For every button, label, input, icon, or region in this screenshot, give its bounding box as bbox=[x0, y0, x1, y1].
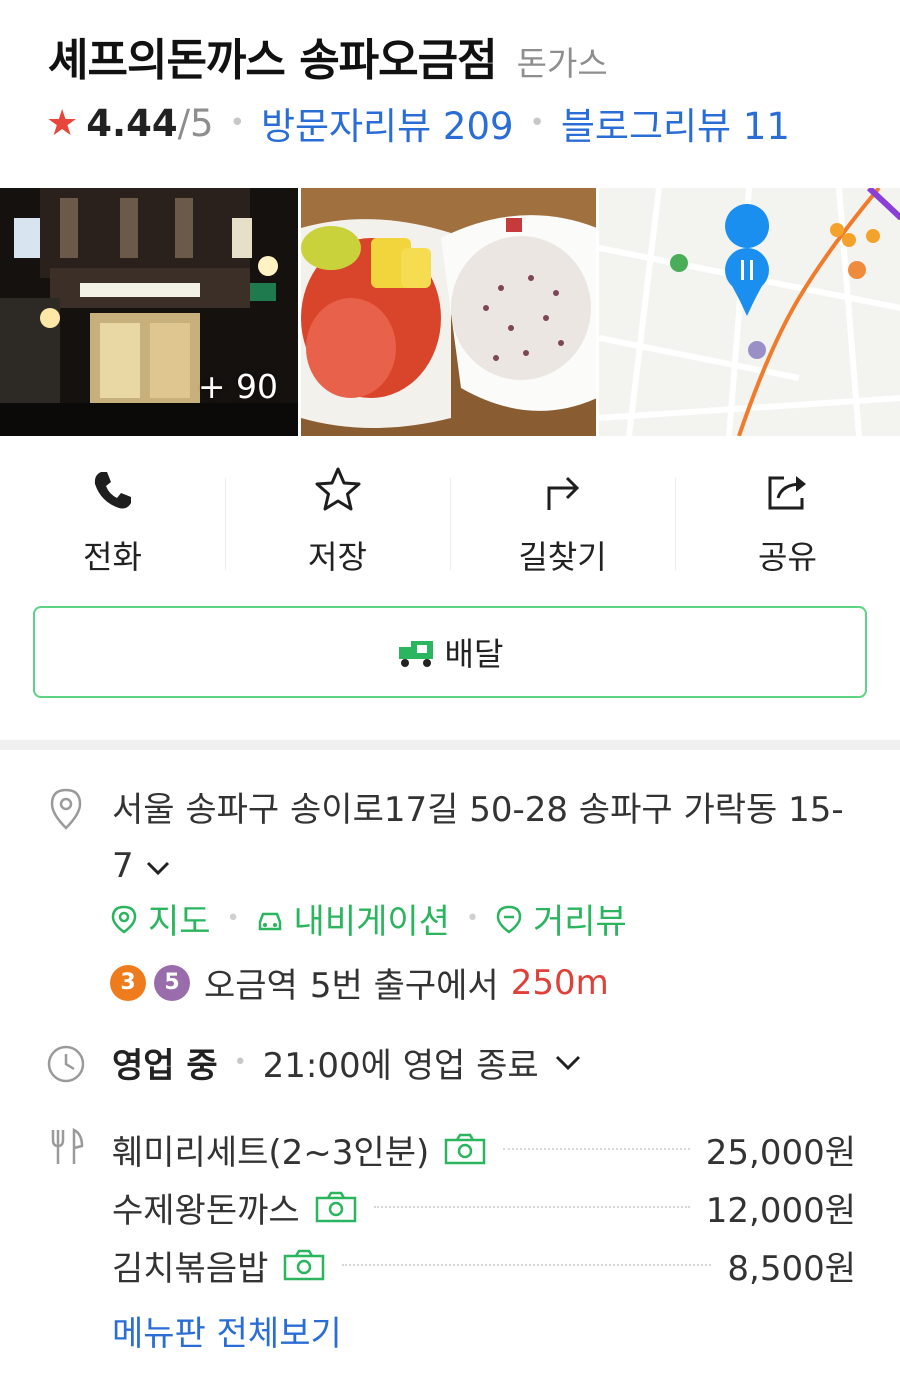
menu-item-price: 8,500원 bbox=[727, 1248, 856, 1289]
delivery-button[interactable]: 배달 bbox=[33, 606, 867, 698]
title-row: 셰프의돈까스 송파오금점 돈가스 bbox=[48, 24, 608, 88]
subway-line-3-badge: 3 bbox=[110, 964, 146, 1001]
rating-row: ★ 4.44 /5 • 방문자리뷰 209 • 블로그리뷰 11 bbox=[46, 96, 790, 150]
separator-dot: • bbox=[465, 906, 479, 931]
exit-text: 5번 출구에서 bbox=[309, 966, 499, 1006]
call-button[interactable]: 전화 bbox=[0, 460, 225, 580]
menu-item-name: 김치볶음밥 bbox=[112, 1248, 269, 1289]
separator-dot: • bbox=[229, 108, 245, 138]
rating-score: 4.44 bbox=[86, 101, 178, 145]
directions-icon bbox=[547, 476, 579, 510]
side-dishes-image bbox=[301, 188, 597, 436]
share-label: 공유 bbox=[758, 538, 817, 576]
address-text: 서울 송파구 송이로17길 50-28 송파구 가락동 15-7 bbox=[112, 790, 844, 886]
phone-icon bbox=[94, 472, 131, 509]
directions-button[interactable]: 길찾기 bbox=[450, 460, 675, 580]
map-image bbox=[599, 188, 900, 436]
save-button[interactable]: 저장 bbox=[225, 460, 450, 580]
car-icon bbox=[258, 912, 281, 930]
dotted-leader bbox=[342, 1264, 712, 1266]
separator-dot: • bbox=[529, 108, 545, 138]
directions-label: 길찾기 bbox=[518, 538, 607, 576]
separator-dot: • bbox=[233, 1050, 247, 1075]
location-pin-icon bbox=[50, 788, 82, 830]
fork-knife-icon bbox=[51, 1127, 84, 1164]
share-button[interactable]: 공유 bbox=[675, 460, 900, 580]
save-label: 저장 bbox=[308, 538, 367, 576]
menu-item-price: 25,000원 bbox=[705, 1132, 856, 1173]
place-name: 셰프의돈까스 송파오금점 bbox=[48, 35, 498, 86]
menu-item[interactable]: 훼미리세트(2~3인분) 25,000원 bbox=[112, 1120, 856, 1178]
menu-list: 훼미리세트(2~3인분) 25,000원 수제왕돈까스 12,000원 김치볶음… bbox=[112, 1120, 856, 1294]
section-divider bbox=[0, 740, 900, 750]
action-bar: 전화 저장 길찾기 공유 bbox=[0, 460, 900, 580]
clock-icon bbox=[47, 1045, 85, 1083]
menu-item-name: 수제왕돈까스 bbox=[112, 1190, 300, 1231]
streetview-icon bbox=[496, 905, 522, 934]
address[interactable]: 서울 송파구 송이로17길 50-28 송파구 가락동 15-7 bbox=[112, 782, 862, 894]
call-label: 전화 bbox=[83, 538, 142, 576]
camera-icon[interactable] bbox=[314, 1190, 358, 1224]
menu-item[interactable]: 수제왕돈까스 12,000원 bbox=[112, 1178, 856, 1236]
visitor-reviews-link[interactable]: 방문자리뷰 209 bbox=[261, 96, 514, 150]
star-outline-icon bbox=[315, 467, 360, 511]
navigation-link[interactable]: 내비게이션 bbox=[256, 894, 450, 943]
map-pin-icon bbox=[111, 905, 137, 934]
separator-dot: • bbox=[226, 906, 240, 931]
chevron-down-icon[interactable] bbox=[553, 1053, 583, 1073]
streetview-link[interactable]: 거리뷰 bbox=[495, 894, 627, 943]
closing-time: 21:00에 영업 종료 bbox=[262, 1046, 539, 1086]
menu-item-price: 12,000원 bbox=[705, 1190, 856, 1231]
delivery-label: 배달 bbox=[444, 635, 504, 673]
dotted-leader bbox=[373, 1206, 690, 1208]
station-name: 오금역 bbox=[204, 966, 298, 1006]
streetview-link-label: 거리뷰 bbox=[532, 902, 627, 942]
map-link-label: 지도 bbox=[148, 902, 211, 942]
menu-item-name: 훼미리세트(2~3인분) bbox=[112, 1132, 430, 1173]
subway-line-5-badge: 5 bbox=[154, 964, 190, 1001]
star-icon: ★ bbox=[46, 102, 79, 144]
menu-item[interactable]: 김치볶음밥 8,500원 bbox=[112, 1236, 856, 1294]
place-header: 셰프의돈까스 송파오금점 돈가스 ★ 4.44 /5 • 방문자리뷰 209 •… bbox=[0, 0, 900, 740]
navigation-link-label: 내비게이션 bbox=[293, 902, 450, 942]
chevron-down-icon[interactable] bbox=[144, 858, 172, 878]
subway-info: 3 5 오금역 5번 출구에서 250m bbox=[110, 958, 609, 1007]
distance: 250m bbox=[510, 962, 609, 1003]
menu-view-all-link[interactable]: 메뉴판 전체보기 bbox=[112, 1306, 342, 1355]
storefront-photo[interactable]: + 90 bbox=[0, 188, 298, 436]
map-links: 지도 • 내비게이션 • 거리뷰 bbox=[110, 894, 627, 943]
photo-strip: + 90 bbox=[0, 188, 900, 436]
open-status: 영업 중 bbox=[112, 1046, 218, 1086]
dotted-leader bbox=[503, 1148, 690, 1150]
food-photo[interactable] bbox=[301, 188, 597, 436]
place-category: 돈가스 bbox=[516, 44, 608, 83]
map-thumbnail[interactable] bbox=[599, 188, 900, 436]
camera-icon[interactable] bbox=[443, 1132, 487, 1166]
photo-count: + 90 bbox=[197, 367, 278, 406]
camera-icon[interactable] bbox=[282, 1248, 326, 1282]
rating-max: /5 bbox=[177, 101, 214, 145]
share-icon bbox=[768, 476, 806, 510]
map-link[interactable]: 지도 bbox=[110, 894, 211, 943]
blog-reviews-link[interactable]: 블로그리뷰 11 bbox=[561, 96, 790, 150]
business-hours[interactable]: 영업 중 • 21:00에 영업 종료 bbox=[112, 1038, 583, 1087]
delivery-truck-icon bbox=[398, 641, 433, 667]
